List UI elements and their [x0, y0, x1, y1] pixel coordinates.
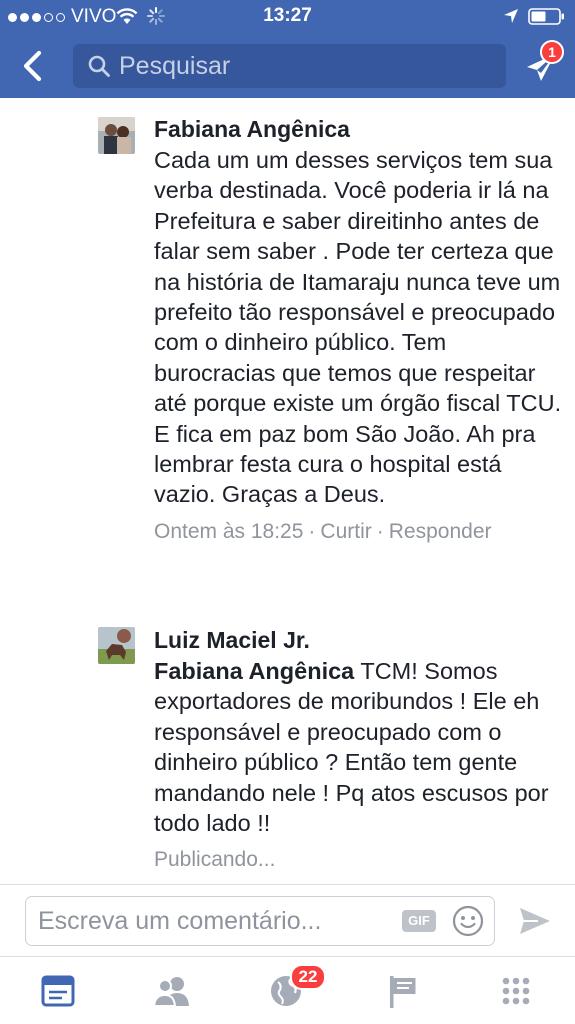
- menu-grid-icon: [502, 977, 530, 1005]
- battery-icon: [528, 8, 564, 25]
- comment-status: Publicando...: [154, 848, 564, 872]
- comment-author[interactable]: Fabiana Angênica: [154, 115, 564, 143]
- search-icon: [88, 55, 110, 77]
- status-time: 13:27: [263, 5, 312, 26]
- flag-icon: [390, 976, 416, 1008]
- sticker-smiley-icon[interactable]: [452, 905, 484, 937]
- notifications-badge: 22: [290, 964, 326, 990]
- reply-button[interactable]: Responder: [389, 520, 492, 544]
- back-button[interactable]: [18, 49, 48, 83]
- comment-composer: Escreva um comentário... GIF: [0, 884, 575, 956]
- bottom-tab-bar: 22: [0, 956, 575, 1024]
- comment-text-body: TCM! Somos exportadores de moribundos ! …: [154, 658, 549, 837]
- tab-more-menu[interactable]: [498, 973, 538, 1009]
- messenger-button[interactable]: 1: [520, 40, 566, 88]
- send-icon[interactable]: [518, 906, 552, 936]
- search-placeholder: Pesquisar: [119, 51, 231, 80]
- status-bar: VIVO 13:27: [0, 0, 575, 32]
- tab-friends[interactable]: [152, 973, 192, 1009]
- comment-placeholder: Escreva um comentário...: [38, 907, 322, 935]
- comment-meta: Ontem às 18:25 · Curtir · Responder: [154, 519, 492, 544]
- avatar[interactable]: [98, 627, 135, 664]
- navigation-bar: Pesquisar 1: [0, 32, 575, 98]
- avatar[interactable]: [98, 117, 135, 154]
- messenger-badge: 1: [540, 40, 564, 64]
- publishing-status: Publicando...: [154, 848, 276, 872]
- like-button[interactable]: Curtir: [320, 520, 371, 544]
- news-feed-icon: [41, 975, 75, 1007]
- friends-icon: [152, 977, 189, 1007]
- comment-timestamp[interactable]: Ontem às 18:25: [154, 520, 303, 544]
- mention-link[interactable]: Fabiana Angênica: [154, 658, 354, 684]
- gif-button[interactable]: GIF: [402, 910, 436, 932]
- search-input[interactable]: Pesquisar: [73, 44, 506, 88]
- comment-text: Cada um um desses serviços tem sua verba…: [154, 147, 562, 508]
- top-header: VIVO 13:27 Pesquisar 1: [0, 0, 575, 98]
- tab-notifications[interactable]: 22: [268, 964, 326, 1009]
- tab-pages[interactable]: [384, 973, 424, 1009]
- comment-text: Fabiana Angênica TCM! Somos exportadores…: [154, 656, 564, 838]
- comment-input[interactable]: Escreva um comentário... GIF: [25, 896, 495, 946]
- location-arrow-icon: [504, 9, 518, 23]
- comment-author[interactable]: Luiz Maciel Jr.: [154, 626, 564, 654]
- tab-news-feed[interactable]: [40, 973, 80, 1009]
